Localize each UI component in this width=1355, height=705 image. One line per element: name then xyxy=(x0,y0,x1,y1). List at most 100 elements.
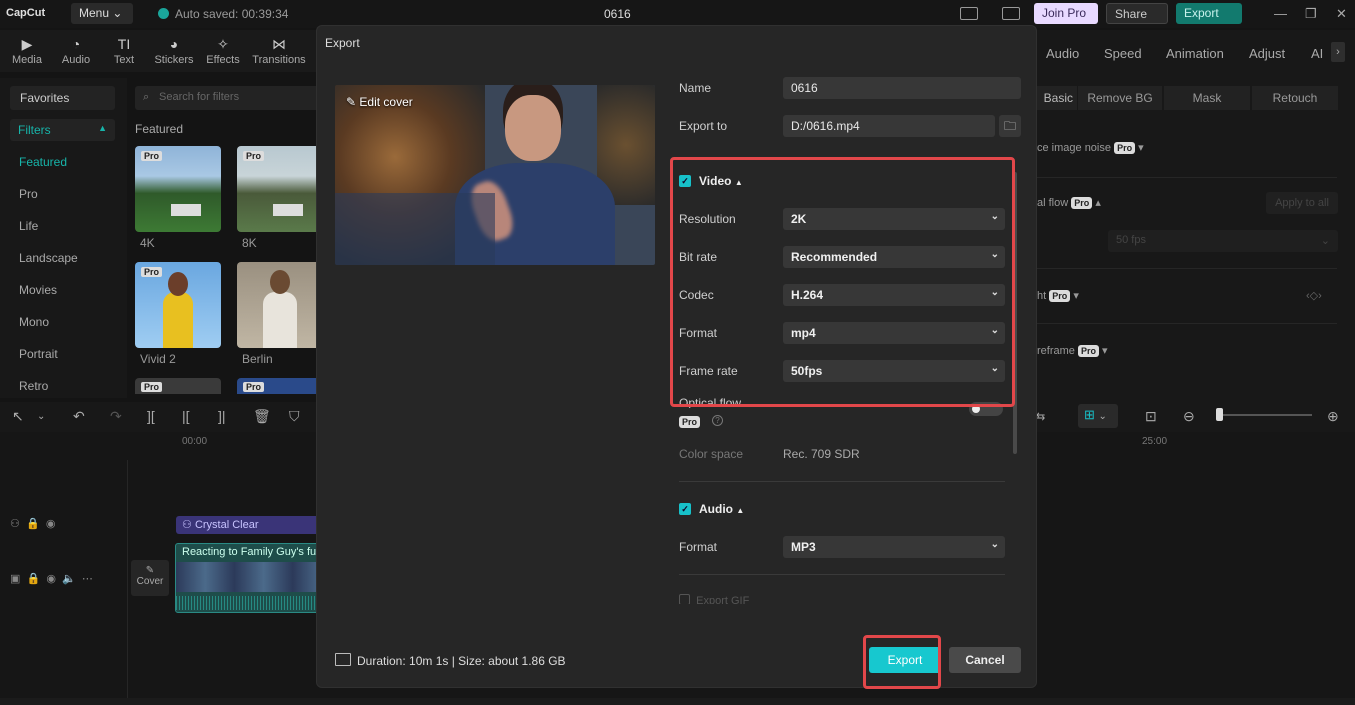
zoom-slider[interactable] xyxy=(1216,414,1312,416)
name-input[interactable]: 0616 xyxy=(783,77,1021,99)
menu-button[interactable]: Menu ⌄ xyxy=(71,3,133,24)
tool-effects[interactable]: ✧ Effects xyxy=(200,36,246,66)
sidebar-item-featured[interactable]: Featured xyxy=(19,155,67,169)
head-shape xyxy=(270,270,290,294)
chevron-up-icon: ▲ xyxy=(736,506,745,515)
pro-badge: Pro xyxy=(141,267,163,277)
transitions-icon: ⋈ xyxy=(272,36,286,52)
pro-badge: Pro xyxy=(243,151,265,161)
cancel-button[interactable]: Cancel xyxy=(949,647,1021,673)
tab-adjust[interactable]: Adjust xyxy=(1249,46,1285,61)
zoom-out-icon[interactable]: ⊖ xyxy=(1183,408,1195,425)
tool-label: Stickers xyxy=(154,54,194,66)
filter-thumb-berlin[interactable] xyxy=(237,262,321,348)
redo-icon[interactable]: ↷ xyxy=(110,408,122,425)
shortcut-icon[interactable] xyxy=(1002,7,1020,20)
top-export-button[interactable]: Export xyxy=(1176,3,1242,24)
cover-preview[interactable] xyxy=(335,85,655,265)
gif-checkbox[interactable] xyxy=(679,594,690,604)
autosave-status: Auto saved: 00:39:34 xyxy=(158,7,288,21)
audio-section-toggle[interactable]: Audio ▲ xyxy=(699,502,744,516)
split-left-icon[interactable]: |[ xyxy=(182,408,190,424)
setting-noise[interactable]: ce image noise Pro ▾ xyxy=(1037,141,1144,154)
sidebar-item-pro[interactable]: Pro xyxy=(19,187,38,201)
tool-stickers[interactable]: ◕ Stickers xyxy=(151,36,197,66)
close-icon[interactable]: ✕ xyxy=(1336,6,1347,22)
subtab-retouch[interactable]: Retouch xyxy=(1252,86,1338,110)
delete-icon[interactable]: 🗑 xyxy=(253,408,271,425)
minimize-icon[interactable]: — xyxy=(1274,6,1287,21)
effect-clip[interactable]: ⚇ Crystal Clear xyxy=(176,516,321,534)
setting-light[interactable]: ht Pro ▾ xyxy=(1037,289,1079,302)
undo-icon[interactable]: ↶ xyxy=(73,408,85,425)
marker-icon[interactable]: ⛉ xyxy=(289,408,300,425)
audio-icon: ◔ xyxy=(71,36,81,52)
join-pro-button[interactable]: Join Pro xyxy=(1034,3,1098,24)
figure-shape xyxy=(163,292,193,348)
pro-badge: Pro xyxy=(1114,142,1136,154)
subtab-remove-bg[interactable]: Remove BG xyxy=(1078,86,1162,110)
chevron-down-icon[interactable]: ⌄ xyxy=(37,411,45,422)
waveform xyxy=(176,596,320,610)
divider xyxy=(1037,177,1337,178)
subtab-mask[interactable]: Mask xyxy=(1164,86,1250,110)
setting-reframe[interactable]: reframe Pro ▾ xyxy=(1037,344,1108,357)
tool-transitions[interactable]: ⋈ Transitions xyxy=(252,36,306,66)
timeline-scrollbar[interactable] xyxy=(0,698,1355,705)
subtab-basic[interactable]: Basic xyxy=(1037,86,1077,110)
tool-label: Media xyxy=(12,54,42,66)
select-tool-icon[interactable]: ↖ xyxy=(12,408,24,425)
edit-icon: ✎ xyxy=(145,565,155,576)
chevron-right-icon[interactable]: › xyxy=(1331,42,1345,62)
couch-shape xyxy=(335,193,495,265)
fps-select[interactable]: 50 fps ⌄ xyxy=(1108,230,1338,252)
tab-audio[interactable]: Audio xyxy=(1046,46,1079,61)
export-gif-option[interactable]: Export GIF xyxy=(679,594,749,604)
gif-label: Export GIF xyxy=(696,595,750,605)
tab-speed[interactable]: Speed xyxy=(1104,46,1142,61)
help-icon[interactable]: ? xyxy=(712,415,723,426)
zoom-slider-handle[interactable] xyxy=(1216,408,1223,421)
sidebar-item-mono[interactable]: Mono xyxy=(19,315,49,329)
divider xyxy=(1037,268,1337,269)
snap-toggle[interactable]: ⊞ ⌄ xyxy=(1078,404,1118,428)
volume-icon: 🔈 xyxy=(62,573,76,585)
video-track-icon: ▣ xyxy=(10,573,21,585)
layout-icon[interactable] xyxy=(960,7,978,20)
zoom-in-icon[interactable]: ⊕ xyxy=(1327,408,1339,425)
setting-optical-flow[interactable]: al flow Pro ▴ xyxy=(1037,196,1101,209)
share-button[interactable]: Share xyxy=(1106,3,1168,24)
pro-badge: Pro xyxy=(141,382,163,392)
edit-cover-button[interactable]: ✎ Edit cover xyxy=(346,95,413,109)
dialog-title: Export xyxy=(325,36,360,50)
filter-search-input[interactable]: Search for filters xyxy=(135,86,320,110)
sidebar-item-life[interactable]: Life xyxy=(19,219,38,233)
audio-format-select[interactable]: MP3 ⌄ xyxy=(783,536,1005,558)
sidebar-item-movies[interactable]: Movies xyxy=(19,283,57,297)
tool-text[interactable]: TI Text xyxy=(101,36,147,66)
apply-all-button[interactable]: Apply to all xyxy=(1266,192,1338,214)
video-track-controls[interactable]: ▣ 🔒 ◉ 🔈 ⋯ xyxy=(10,572,93,585)
sidebar-item-landscape[interactable]: Landscape xyxy=(19,251,78,265)
cover-button[interactable]: ✎ Cover xyxy=(131,560,169,596)
tab-ai[interactable]: AI xyxy=(1311,46,1327,61)
tab-animation[interactable]: Animation xyxy=(1166,46,1224,61)
audio-track-controls[interactable]: ⚇ 🔒 ◉ xyxy=(10,517,55,530)
split-icon[interactable]: ][ xyxy=(147,408,155,424)
favorites-item[interactable]: Favorites xyxy=(10,86,115,110)
filters-item[interactable]: Filters ▲ xyxy=(10,119,115,141)
maximize-icon[interactable]: ❐ xyxy=(1305,6,1317,22)
tool-label: Audio xyxy=(61,54,91,66)
video-clip[interactable]: Reacting to Family Guy's funn xyxy=(175,543,321,613)
audio-checkbox[interactable]: ✓ xyxy=(679,503,691,515)
sidebar-item-retro[interactable]: Retro xyxy=(19,379,48,393)
sidebar-item-portrait[interactable]: Portrait xyxy=(19,347,58,361)
folder-icon[interactable]: 🗀 xyxy=(999,115,1021,137)
preview-icon[interactable]: ⊡ xyxy=(1145,408,1157,425)
split-right-icon[interactable]: ]| xyxy=(218,408,226,424)
tool-media[interactable]: ▶ Media xyxy=(4,36,50,66)
keyframe-icon[interactable]: ‹◇› xyxy=(1306,289,1322,302)
tool-audio[interactable]: ◔ Audio xyxy=(53,36,99,66)
link-icon[interactable]: ⇆ xyxy=(1036,410,1045,423)
export-path-input[interactable]: D:/0616.mp4 xyxy=(783,115,995,137)
